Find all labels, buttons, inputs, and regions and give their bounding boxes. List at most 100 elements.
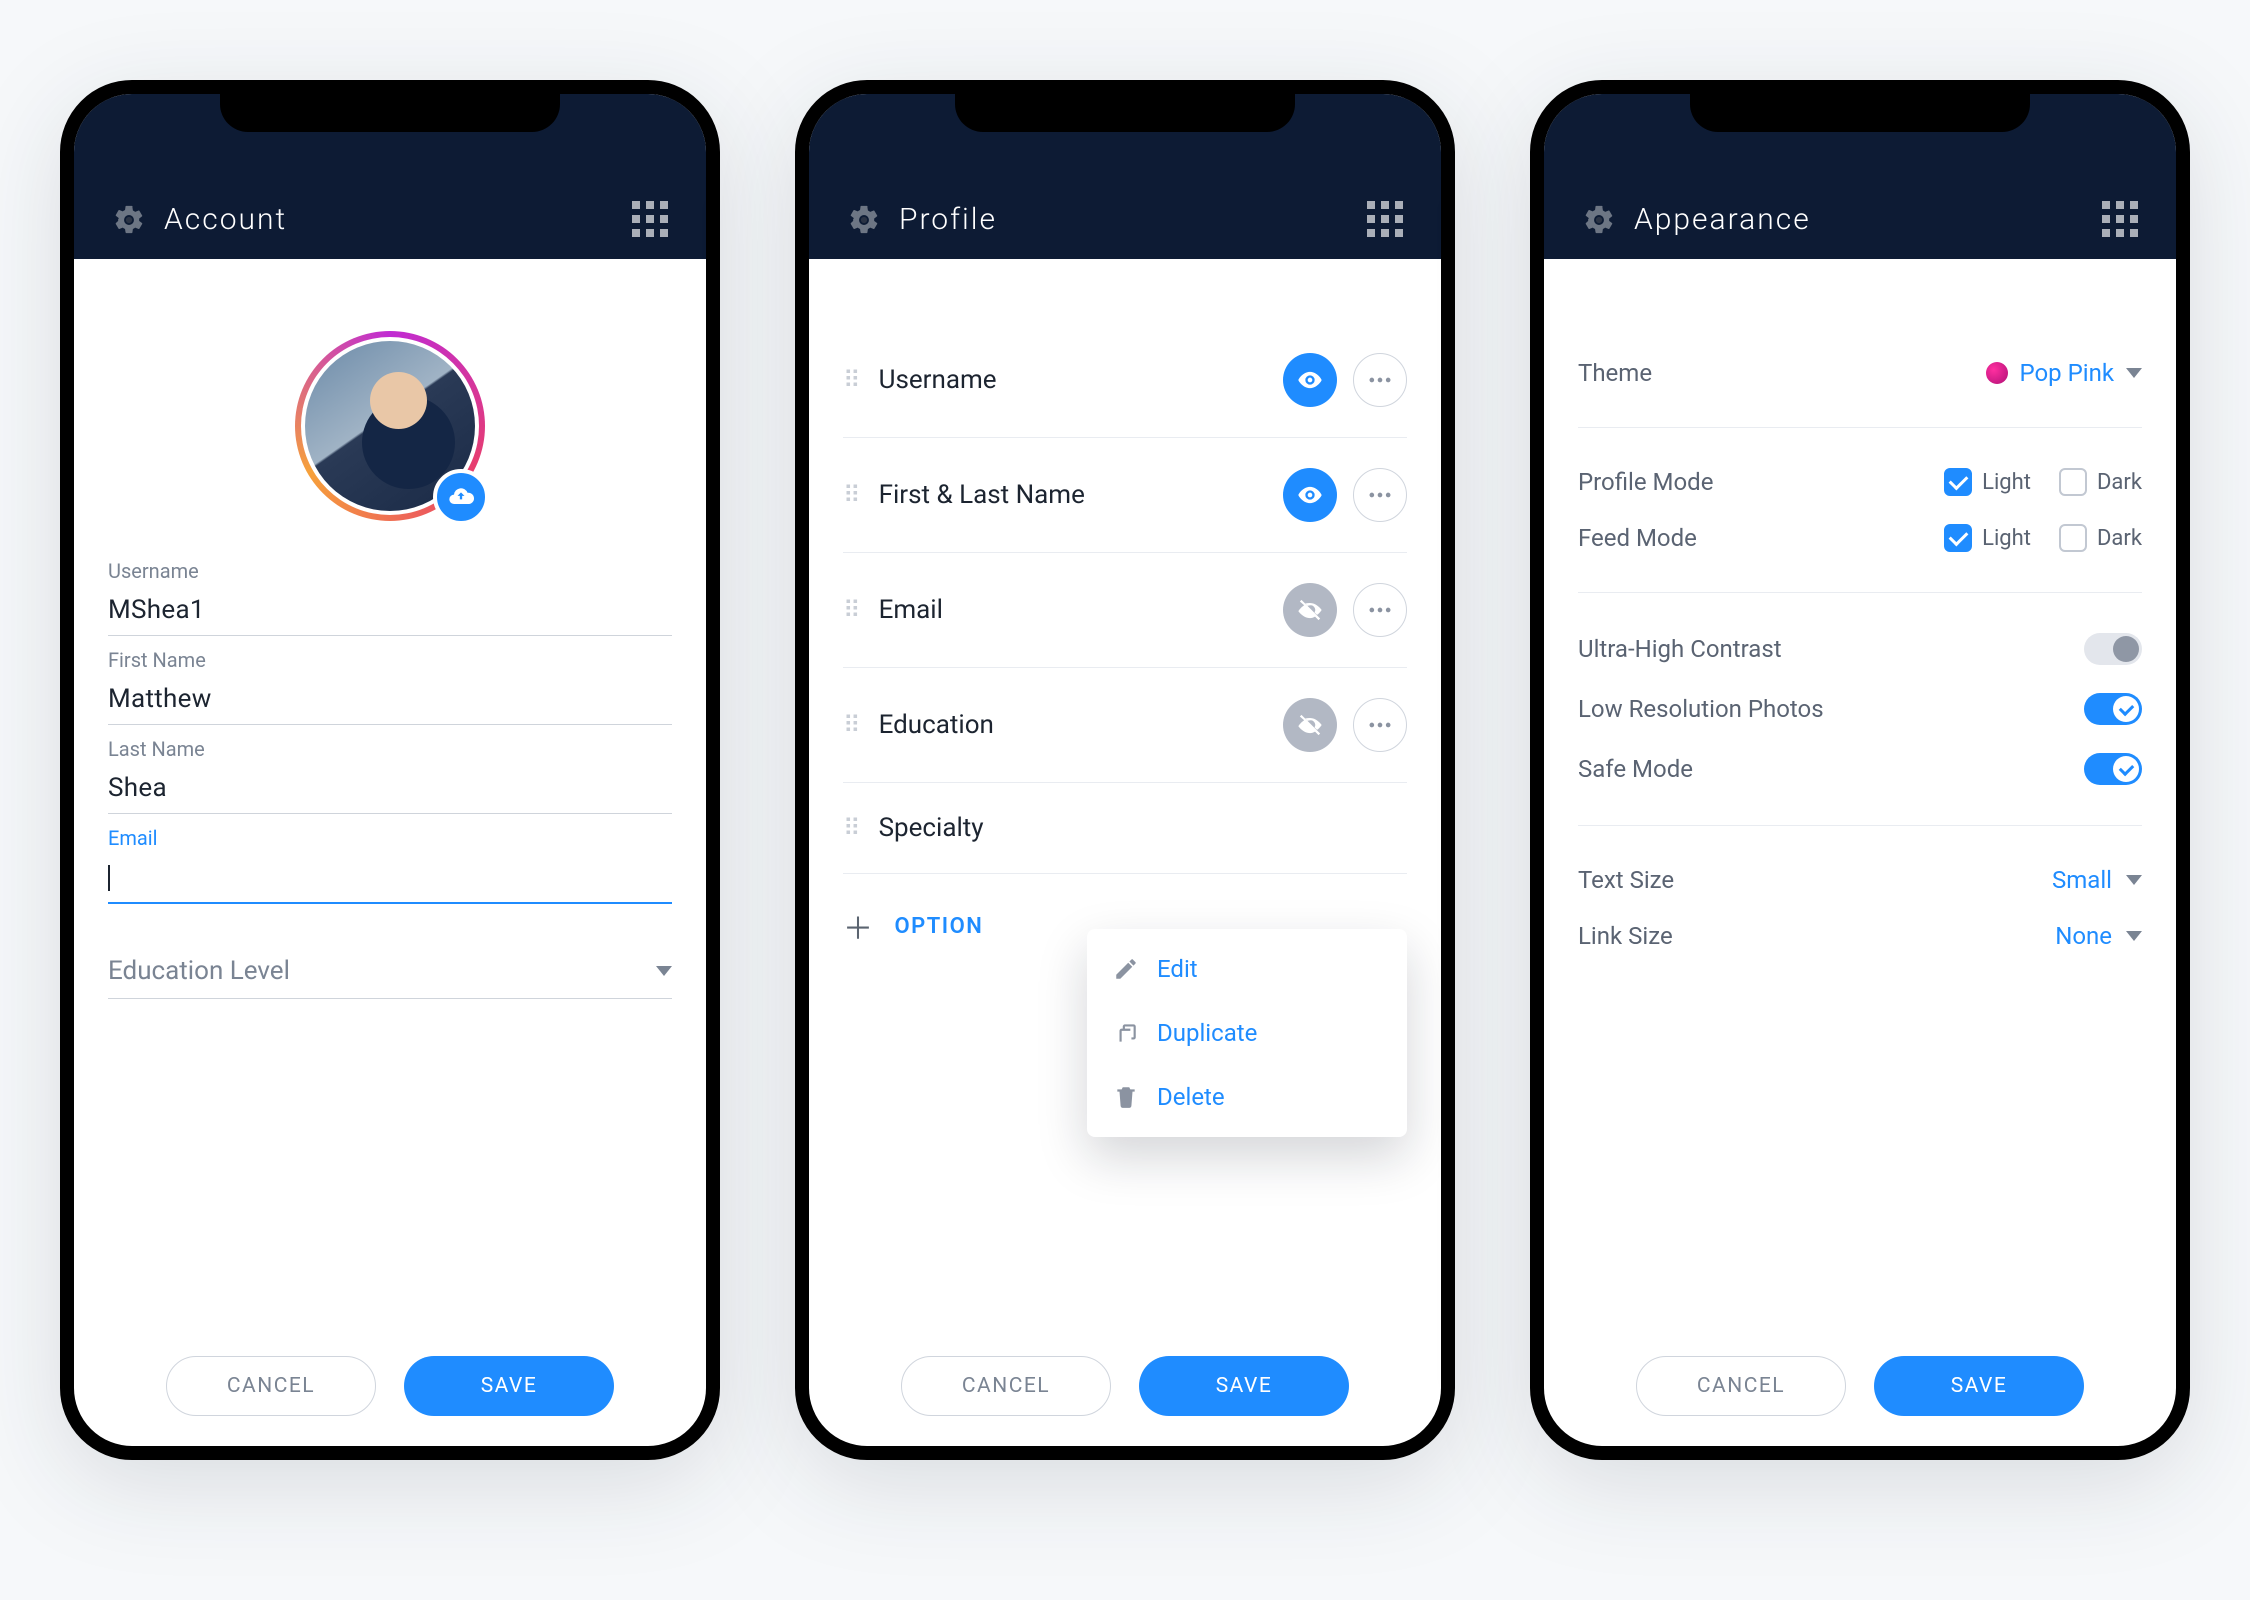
more-menu-button[interactable]: [1353, 468, 1407, 522]
more-menu-button[interactable]: [1353, 353, 1407, 407]
header-curve: [1544, 259, 2176, 319]
field-label: First Name: [108, 648, 672, 672]
save-button[interactable]: SAVE: [404, 1356, 614, 1416]
toggle[interactable]: [2084, 633, 2142, 665]
row-label: Profile Mode: [1578, 468, 1713, 496]
light-checkbox[interactable]: Light: [1944, 524, 2031, 552]
drag-handle-icon[interactable]: ⠿: [843, 604, 863, 616]
email-input[interactable]: [108, 856, 672, 904]
header-curve: [74, 259, 706, 319]
field-label: Username: [108, 559, 672, 583]
row-label: Username: [879, 365, 1267, 395]
text-size-select[interactable]: Text Size Small: [1578, 852, 2142, 908]
field-label: Email: [108, 826, 672, 850]
dark-checkbox[interactable]: Dark: [2059, 524, 2142, 552]
drag-handle-icon[interactable]: ⠿: [843, 822, 863, 834]
appearance-screen: Appearance Theme Pop Pink: [1530, 80, 2190, 1460]
save-button[interactable]: SAVE: [1874, 1356, 2084, 1416]
row-context-menu: Edit Duplicate Delete: [1087, 929, 1407, 1137]
education-select[interactable]: Education Level: [108, 950, 672, 999]
phone-notch: [955, 92, 1295, 132]
profile-row-specialty[interactable]: ⠿ Specialty: [843, 783, 1407, 874]
chevron-down-icon: [656, 966, 672, 976]
account-screen: Account Username First Name: [60, 80, 720, 1460]
safemode-toggle-row: Safe Mode: [1578, 739, 2142, 799]
phone-notch: [1690, 92, 2030, 132]
chevron-down-icon: [2126, 875, 2142, 885]
chevron-down-icon: [2126, 368, 2142, 378]
gear-icon: [112, 203, 146, 237]
field-label: Last Name: [108, 737, 672, 761]
row-label: Theme: [1578, 359, 1652, 387]
row-label: Text Size: [1578, 866, 1674, 894]
page-title: Account: [164, 202, 287, 237]
cancel-button[interactable]: CANCEL: [1636, 1356, 1846, 1416]
apps-icon[interactable]: [1367, 201, 1403, 237]
header-curve: [809, 259, 1441, 319]
profile-fields-list: ⠿ Username ⠿ First & Last Name ⠿ Email: [843, 323, 1407, 978]
duplicate-icon: [1113, 1020, 1139, 1046]
select-placeholder: Education Level: [108, 956, 290, 986]
more-menu-button[interactable]: [1353, 583, 1407, 637]
add-option-label: OPTION: [895, 914, 984, 939]
visibility-toggle[interactable]: [1283, 353, 1337, 407]
save-button[interactable]: SAVE: [1139, 1356, 1349, 1416]
menu-duplicate[interactable]: Duplicate: [1087, 1001, 1407, 1065]
light-checkbox[interactable]: Light: [1944, 468, 2031, 496]
last-name-input[interactable]: [108, 767, 672, 814]
row-label: Ultra-High Contrast: [1578, 635, 1782, 663]
chevron-down-icon: [2126, 931, 2142, 941]
trash-icon: [1113, 1084, 1139, 1110]
menu-edit[interactable]: Edit: [1087, 937, 1407, 1001]
toggle[interactable]: [2084, 753, 2142, 785]
drag-handle-icon[interactable]: ⠿: [843, 374, 863, 386]
gear-icon: [1582, 203, 1616, 237]
profile-row-education[interactable]: ⠿ Education: [843, 668, 1407, 783]
drag-handle-icon[interactable]: ⠿: [843, 719, 863, 731]
profile-row-name[interactable]: ⠿ First & Last Name: [843, 438, 1407, 553]
visibility-toggle[interactable]: [1283, 583, 1337, 637]
contrast-toggle-row: Ultra-High Contrast: [1578, 619, 2142, 679]
row-label: First & Last Name: [879, 480, 1267, 510]
page-title: Appearance: [1634, 202, 1811, 237]
avatar[interactable]: [295, 331, 485, 521]
pencil-icon: [1113, 956, 1139, 982]
profile-row-email[interactable]: ⠿ Email: [843, 553, 1407, 668]
row-label: Safe Mode: [1578, 755, 1693, 783]
email-field[interactable]: Email: [108, 826, 672, 904]
profile-screen: Profile ⠿ Username ⠿ First & Last Name: [795, 80, 1455, 1460]
drag-handle-icon[interactable]: ⠿: [843, 489, 863, 501]
theme-value: Pop Pink: [2020, 359, 2115, 387]
first-name-field[interactable]: First Name: [108, 648, 672, 725]
row-label: Email: [879, 595, 1267, 625]
cancel-button[interactable]: CANCEL: [901, 1356, 1111, 1416]
more-menu-button[interactable]: [1353, 698, 1407, 752]
dark-checkbox[interactable]: Dark: [2059, 468, 2142, 496]
profile-row-username[interactable]: ⠿ Username: [843, 323, 1407, 438]
gear-icon: [847, 203, 881, 237]
row-label: Education: [879, 710, 1267, 740]
link-size-select[interactable]: Link Size None: [1578, 908, 2142, 964]
visibility-toggle[interactable]: [1283, 468, 1337, 522]
row-label: Specialty: [879, 813, 1407, 843]
page-title: Profile: [899, 202, 997, 237]
apps-icon[interactable]: [632, 201, 668, 237]
username-field[interactable]: Username: [108, 559, 672, 636]
phone-notch: [220, 92, 560, 132]
apps-icon[interactable]: [2102, 201, 2138, 237]
plus-icon: ＋: [843, 904, 875, 948]
first-name-input[interactable]: [108, 678, 672, 725]
cancel-button[interactable]: CANCEL: [166, 1356, 376, 1416]
feed-mode-row: Feed Mode Light Dark: [1578, 510, 2142, 566]
upload-avatar-button[interactable]: [433, 469, 489, 525]
lowres-toggle-row: Low Resolution Photos: [1578, 679, 2142, 739]
visibility-toggle[interactable]: [1283, 698, 1337, 752]
theme-swatch: [1986, 362, 2008, 384]
row-label: Link Size: [1578, 922, 1673, 950]
row-label: Low Resolution Photos: [1578, 695, 1824, 723]
last-name-field[interactable]: Last Name: [108, 737, 672, 814]
menu-delete[interactable]: Delete: [1087, 1065, 1407, 1129]
toggle[interactable]: [2084, 693, 2142, 725]
username-input[interactable]: [108, 589, 672, 636]
theme-select[interactable]: Theme Pop Pink: [1578, 345, 2142, 401]
